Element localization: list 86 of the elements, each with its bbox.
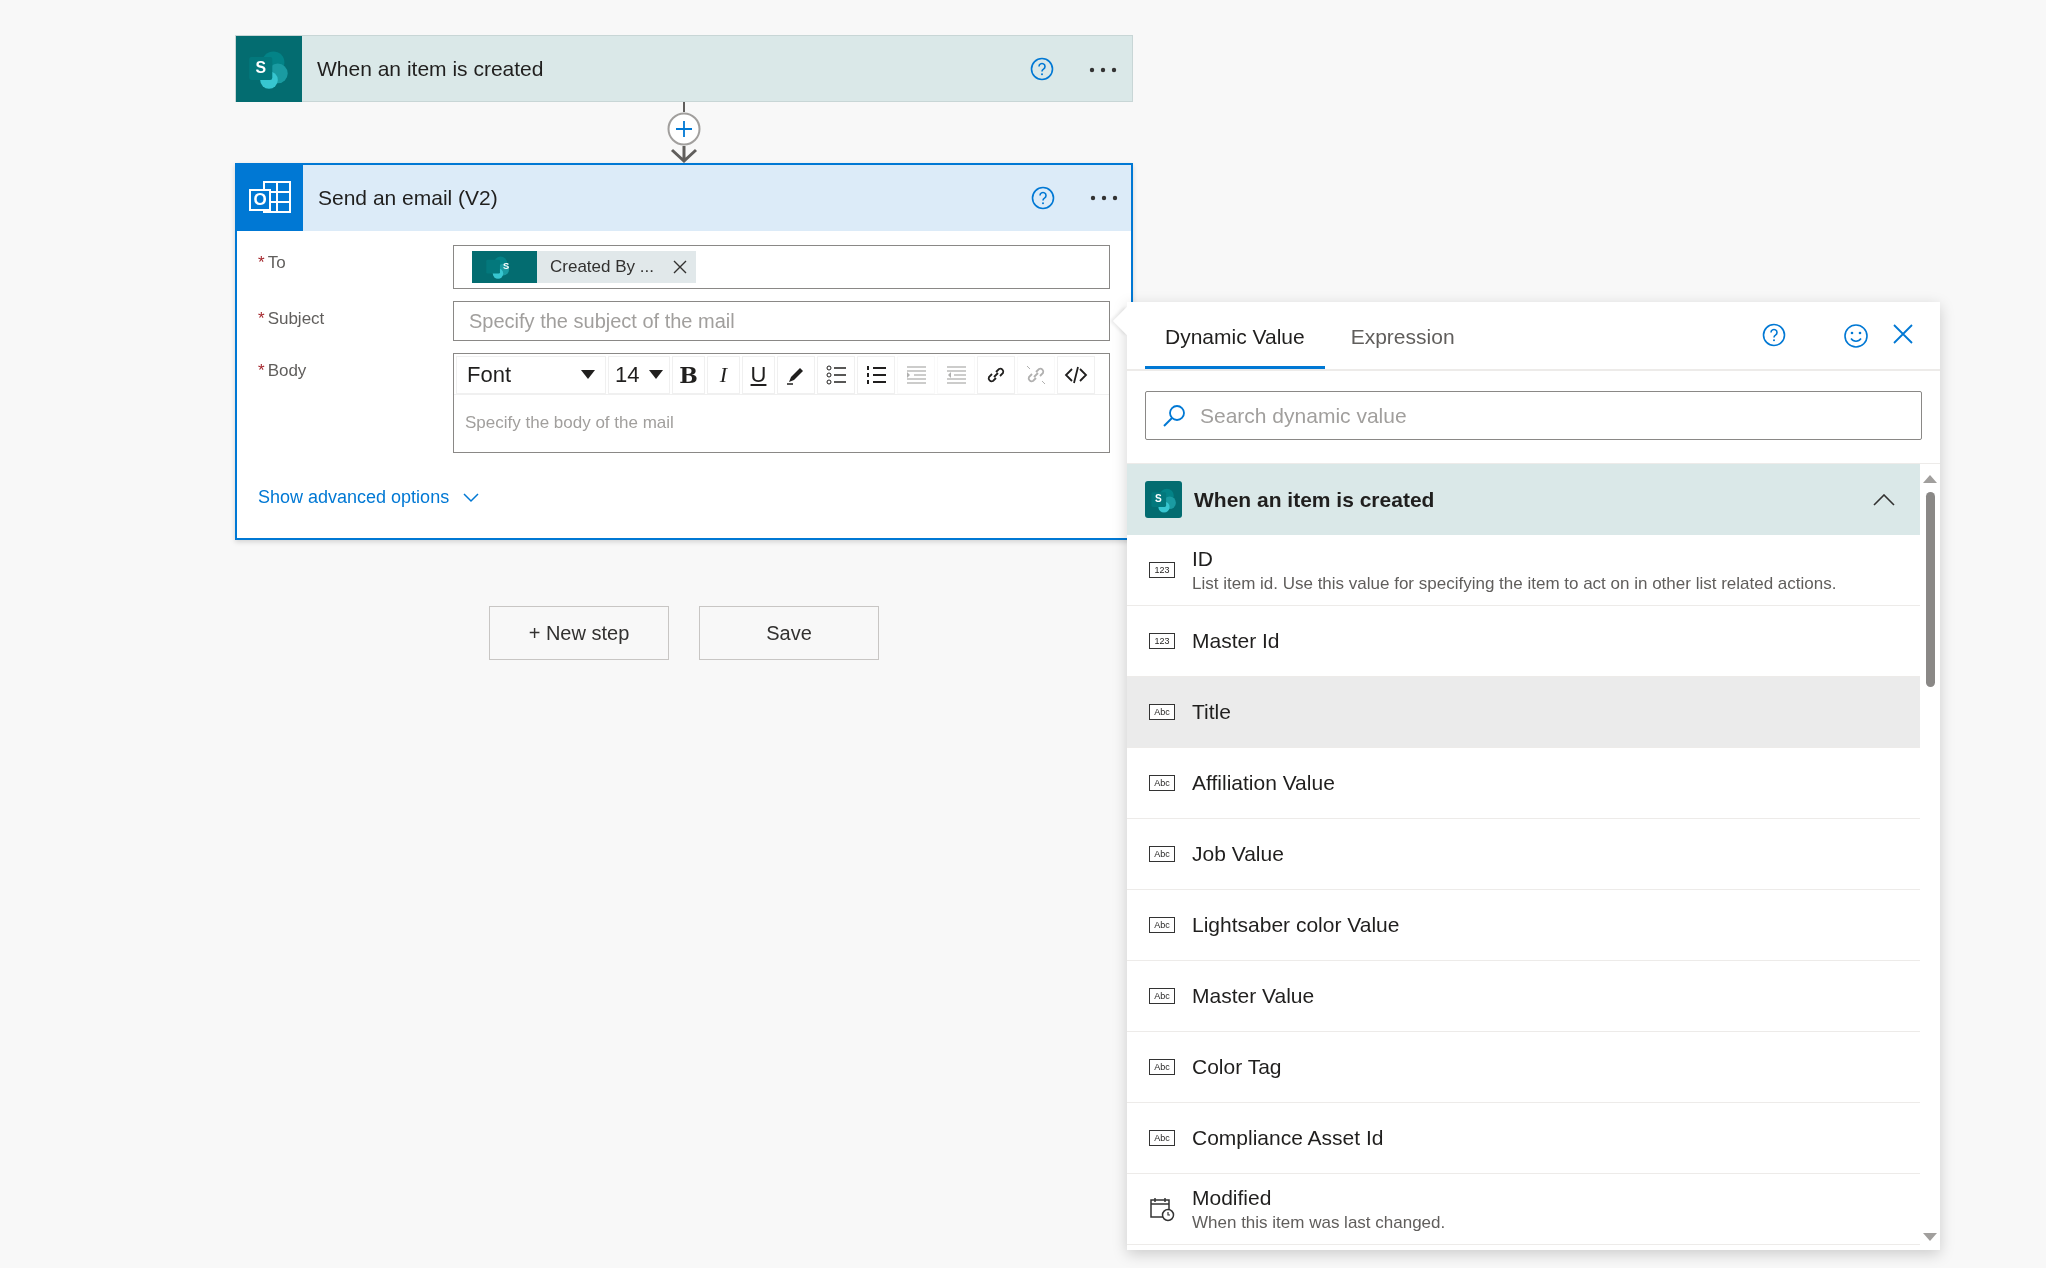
indent-icon [904, 363, 928, 387]
body-editor[interactable]: Font 14 B I U Specify the body of the mail [453, 353, 1110, 453]
dynamic-value-item[interactable]: Abc Affiliation Value [1127, 748, 1920, 819]
connector-line [683, 102, 685, 112]
item-name: Color Tag [1192, 1055, 1282, 1079]
numbers-button[interactable] [857, 356, 895, 394]
font-dropdown[interactable]: Font [456, 356, 606, 394]
scroll-down-icon[interactable] [1923, 1232, 1937, 1242]
dynamic-value-item[interactable]: Abc Job Value [1127, 819, 1920, 890]
item-name: Job Value [1192, 842, 1284, 866]
search-field[interactable]: Search dynamic value [1145, 391, 1922, 440]
action-title: Send an email (V2) [317, 186, 499, 210]
dynamic-value-item[interactable]: Modified When this item was last changed. [1127, 1174, 1920, 1245]
help-icon[interactable] [1031, 186, 1055, 210]
dynamic-value-item[interactable]: Abc Lightsaber color Value [1127, 890, 1920, 961]
text-type-icon: Abc [1149, 917, 1175, 933]
panel-tab[interactable]: Dynamic Value [1145, 325, 1325, 369]
subject-field[interactable]: Specify the subject of the mail [453, 301, 1110, 341]
panel-tab[interactable]: Expression [1330, 325, 1475, 369]
item-name: Lightsaber color Value [1192, 913, 1400, 937]
field-label: * Subject [258, 308, 326, 330]
to-field[interactable]: S Created By ... [453, 245, 1110, 289]
section-title: When an item is created [1194, 487, 1436, 512]
close-icon[interactable] [1892, 322, 1914, 345]
dynamic-value-item[interactable]: Abc Compliance Asset Id [1127, 1103, 1920, 1174]
more-icon[interactable] [1089, 194, 1119, 202]
caret-icon [581, 370, 595, 380]
dynamic-value-item[interactable]: 123 ID List item id. Use this value for specifying the item to act on in other list related actions. [1127, 535, 1920, 606]
close-icon[interactable] [671, 259, 688, 275]
chevron-up-icon[interactable] [1873, 493, 1895, 506]
bulleted-list-icon [824, 363, 848, 387]
add-step-icon[interactable] [667, 112, 701, 146]
item-name: Title [1192, 700, 1231, 724]
body-placeholder: Specify the body of the mail [464, 412, 675, 434]
trigger-title: When an item is created [316, 56, 545, 81]
help-icon[interactable] [1762, 322, 1786, 347]
item-description: List item id. Use this value for specifying the item to act on in other list related actions. [1192, 573, 1837, 594]
trigger-card[interactable]: S When an item is created [235, 35, 1133, 102]
text-type-icon: Abc [1149, 1059, 1175, 1075]
scroll-up-icon[interactable] [1923, 474, 1937, 484]
field-label: * To [258, 252, 287, 274]
smiley-icon[interactable] [1843, 322, 1869, 349]
dynamic-value-item[interactable]: 123 Master Id [1127, 606, 1920, 677]
field-label: * Body [258, 360, 308, 382]
text-type-icon: Abc [1149, 988, 1175, 1004]
item-name: Affiliation Value [1192, 771, 1335, 795]
bullets-button[interactable] [817, 356, 855, 394]
italic-button[interactable]: I [707, 356, 740, 394]
step-button[interactable]: + New step [489, 606, 669, 660]
broken-link-icon [1024, 363, 1048, 387]
chevron-down-icon [463, 492, 480, 503]
item-name: ID [1192, 546, 1214, 571]
step-button[interactable]: Save [699, 606, 879, 660]
item-description: When this item was last changed. [1192, 1212, 1446, 1233]
item-name: Modified [1192, 1185, 1273, 1210]
item-name: Compliance Asset Id [1192, 1126, 1384, 1150]
number-type-icon: 123 [1149, 633, 1175, 649]
code-button[interactable] [1057, 356, 1095, 394]
highlight-button[interactable] [777, 356, 815, 394]
search-icon [1161, 403, 1187, 429]
calendar-clock-icon [1149, 1196, 1175, 1222]
caret-icon [649, 370, 663, 380]
text-type-icon: Abc [1149, 704, 1175, 720]
token-chip[interactable]: S Created By ... [472, 251, 696, 283]
font-size-dropdown[interactable]: 14 [608, 356, 670, 394]
dynamic-value-item[interactable]: Abc Color Tag [1127, 1032, 1920, 1103]
show-advanced-options-link[interactable]: Show advanced options [258, 487, 480, 508]
text-type-icon: Abc [1149, 1130, 1175, 1146]
dynamic-value-item[interactable]: Abc Master Value [1127, 961, 1920, 1032]
item-name: Master Value [1192, 984, 1315, 1008]
underline-button[interactable]: U [742, 356, 775, 394]
dynamic-value-item[interactable]: Abc Title [1127, 677, 1920, 748]
text-type-icon: Abc [1149, 775, 1175, 791]
link-button[interactable] [977, 356, 1015, 394]
section-header[interactable]: S When an item is created [1127, 464, 1920, 535]
more-icon[interactable] [1088, 65, 1118, 74]
scrollbar[interactable] [1920, 464, 1940, 1250]
arrow-down-icon [669, 146, 699, 163]
scrollbar-thumb[interactable] [1925, 492, 1935, 687]
numbered-list-icon [864, 363, 888, 387]
bold-button[interactable]: B [672, 356, 705, 394]
outdent-icon [944, 363, 968, 387]
number-type-icon: 123 [1149, 562, 1175, 578]
help-icon[interactable] [1030, 56, 1054, 81]
text-type-icon: Abc [1149, 846, 1175, 862]
item-name: Master Id [1192, 629, 1280, 653]
